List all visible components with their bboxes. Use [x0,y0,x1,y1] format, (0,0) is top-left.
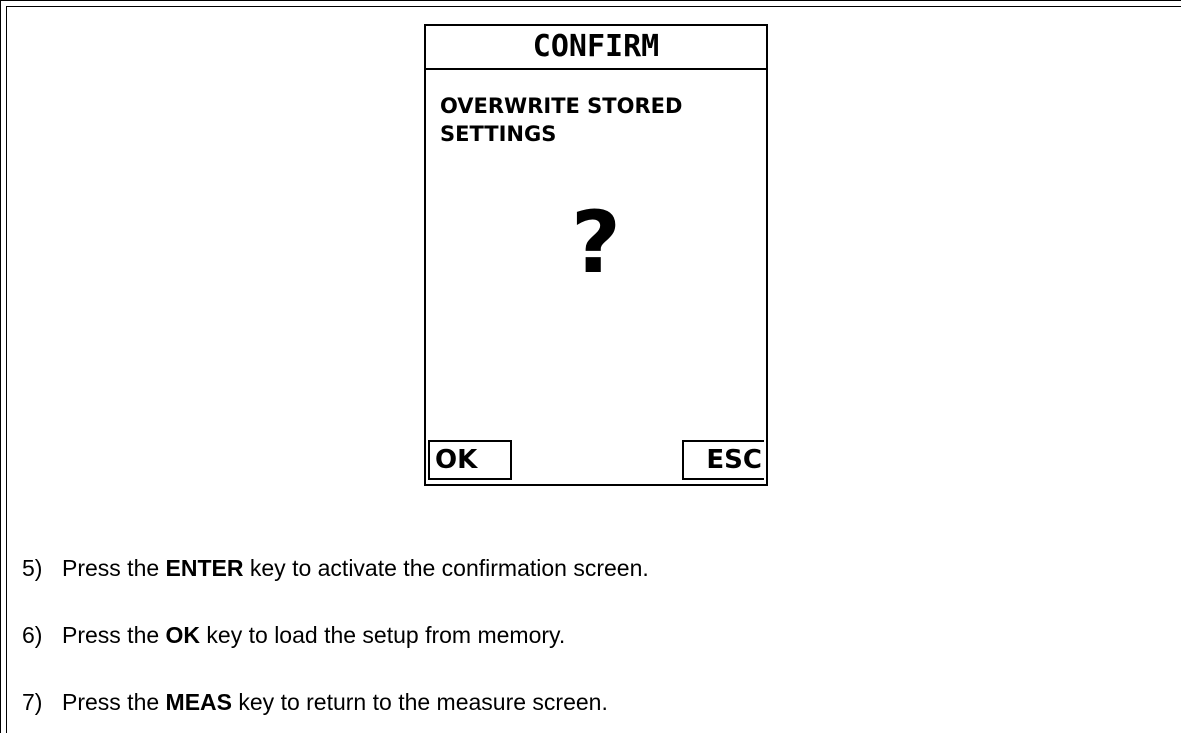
step-key-meas: MEAS [165,689,232,715]
screen-title: CONFIRM [426,26,766,70]
step-text-before: Press the [62,622,166,648]
step-6: 6) Press the OK key to load the setup fro… [22,621,565,649]
question-mark-icon: ? [571,193,621,293]
device-confirm-screen: CONFIRM OVERWRITE STORED SETTINGS ? OK E… [424,24,768,486]
step-key-enter: ENTER [165,555,244,581]
step-number: 5) [22,555,43,581]
step-text-after: key to activate the confirmation screen. [243,555,649,581]
confirm-message-line2: SETTINGS [440,122,557,146]
confirm-message-line1: OVERWRITE STORED [440,94,683,118]
step-text-after: key to load the setup from memory. [200,622,566,648]
step-7: 7) Press the MEAS key to return to the me… [22,688,608,716]
step-text-after: key to return to the measure screen. [232,689,608,715]
step-5: 5) Press the ENTER key to activate the co… [22,554,649,582]
step-text-before: Press the [62,555,166,581]
page-border-top-outer [0,0,1181,1]
page-border-left-outer [0,0,1,733]
step-text-before: Press the [62,689,166,715]
step-number: 7) [22,689,43,715]
ok-softkey[interactable]: OK [428,440,512,480]
confirm-message: OVERWRITE STORED SETTINGS [440,92,760,148]
page-border-left-inner [6,6,7,733]
esc-softkey[interactable]: ESC [682,440,764,480]
page-border-top-inner [6,6,1181,7]
step-key-ok: OK [165,622,201,648]
step-number: 6) [22,622,43,648]
